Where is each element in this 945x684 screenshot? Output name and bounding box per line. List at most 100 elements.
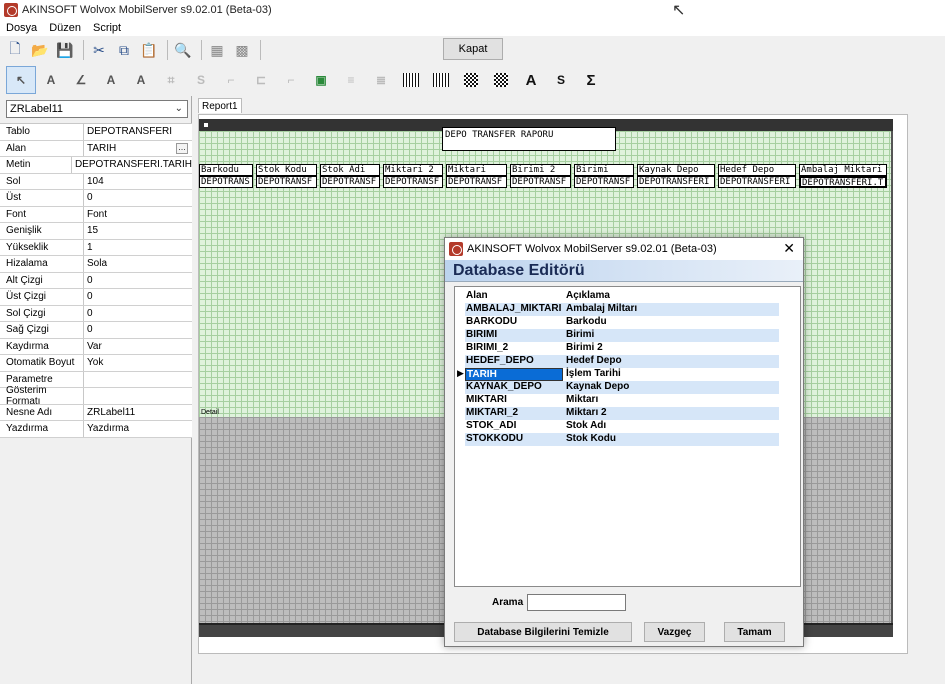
search-input[interactable] <box>527 594 626 611</box>
menu-script[interactable]: Script <box>93 22 121 34</box>
sysdata-tool-icon[interactable]: S <box>186 66 216 94</box>
property-row[interactable]: Sol 104 <box>0 173 192 190</box>
property-row[interactable]: Yazdırma Yazdırma <box>0 421 192 438</box>
property-row[interactable]: Font Font <box>0 206 192 223</box>
menu-dosya[interactable]: Dosya <box>6 22 37 34</box>
property-row[interactable]: Sağ Çizgi 0 <box>0 322 192 339</box>
selected-field-label[interactable]: DEPOTRANSFERI.T <box>799 176 887 188</box>
header-label[interactable]: Stok Kodu <box>256 164 317 176</box>
cancel-button[interactable]: Vazgeç <box>644 622 705 642</box>
property-value[interactable]: 15 <box>84 223 192 239</box>
band-tool-icon[interactable]: ⊏ <box>246 66 276 94</box>
property-row[interactable]: Metin DEPOTRANSFERI.TARIH <box>0 157 192 174</box>
property-row[interactable]: Yükseklik 1 <box>0 239 192 256</box>
property-row[interactable]: Genişlik 15 <box>0 223 192 240</box>
image-tool-icon[interactable]: ▣ <box>306 66 336 94</box>
field-label[interactable]: DEPOTRANSFERI <box>718 176 796 188</box>
table-row-selected[interactable]: TARIH İşlem Tarihi <box>465 368 779 381</box>
new-file-icon[interactable]: 🗋 <box>4 39 26 61</box>
preview-icon[interactable]: 🔍 <box>172 39 194 61</box>
ellipsis-button[interactable]: … <box>176 142 188 154</box>
property-value[interactable]: Sola <box>84 256 192 272</box>
header-label[interactable]: Miktari 2 <box>383 164 443 176</box>
table-row[interactable]: AMBALAJ_MIKTARI Ambalaj Miltarı <box>465 303 779 316</box>
header-label[interactable]: Birimi <box>574 164 634 176</box>
dbtext-tool-icon[interactable]: A <box>126 66 156 94</box>
tab-report1[interactable]: Report1 <box>198 98 242 113</box>
barcode-tool-icon[interactable] <box>396 66 426 94</box>
header-label[interactable]: Stok Adi <box>320 164 380 176</box>
label-tool-icon[interactable]: A <box>36 66 66 94</box>
property-value[interactable] <box>84 388 192 404</box>
field-label[interactable]: DEPOTRANSF <box>510 176 571 188</box>
property-value[interactable] <box>84 372 192 388</box>
field-label[interactable]: DEPOTRANSF <box>446 176 507 188</box>
qrcode-tool-icon[interactable] <box>456 66 486 94</box>
header-label[interactable]: Miktari <box>446 164 507 176</box>
cut-icon[interactable]: ✂ <box>88 39 110 61</box>
table-row[interactable]: BARKODU Barkodu <box>465 316 779 329</box>
property-value[interactable]: 0 <box>84 273 192 289</box>
property-row[interactable]: Otomatik Boyut Yok <box>0 355 192 372</box>
field-label[interactable]: DEPOTRANSFERI <box>637 176 715 188</box>
barcode2-tool-icon[interactable] <box>426 66 456 94</box>
property-value[interactable]: 0 <box>84 190 192 206</box>
text-tool-icon[interactable]: A <box>96 66 126 94</box>
property-value[interactable]: DEPOTRANSFERI.TARIH <box>72 157 192 173</box>
property-value[interactable]: 1 <box>84 240 192 256</box>
clear-database-button[interactable]: Database Bilgilerini Temizle <box>454 622 632 642</box>
header-label[interactable]: Ambalaj Miktari <box>799 164 887 176</box>
field-label[interactable]: DEPOTRANSF <box>383 176 443 188</box>
ok-button[interactable]: Tamam <box>724 622 785 642</box>
property-value[interactable]: 104 <box>84 174 192 190</box>
copy-icon[interactable]: ⧉ <box>113 39 135 61</box>
header-label[interactable]: Hedef Depo <box>718 164 796 176</box>
line-tool-icon[interactable]: ∠ <box>66 66 96 94</box>
property-row[interactable]: Nesne Adı ZRLabel11 <box>0 404 192 421</box>
property-value[interactable]: 0 <box>84 289 192 305</box>
property-row[interactable]: Alt Çizgi 0 <box>0 272 192 289</box>
property-value-field[interactable]: TARIH… <box>84 140 192 156</box>
field-label[interactable]: DEPOTRANS <box>199 176 253 188</box>
big-label-tool-icon[interactable]: A <box>516 66 546 94</box>
report-title-label[interactable]: DEPO TRANSFER RAPORU <box>442 127 616 151</box>
field-label[interactable]: DEPOTRANSF <box>574 176 634 188</box>
select-pointer-icon[interactable]: ↖ <box>6 66 36 94</box>
table-row[interactable]: KAYNAK_DEPO Kaynak Depo <box>465 381 779 394</box>
property-value[interactable]: Yazdırma <box>84 421 192 437</box>
table-row[interactable]: HEDEF_DEPO Hedef Depo <box>465 355 779 368</box>
table-row[interactable]: BIRIMI_2 Birimi 2 <box>465 342 779 355</box>
richtext-tool-icon[interactable]: ≣ <box>366 66 396 94</box>
shape-tool-icon[interactable]: ⌐ <box>276 66 306 94</box>
chevron-down-icon[interactable]: ⌄ <box>175 103 183 114</box>
field-label[interactable]: DEPOTRANSF <box>320 176 380 188</box>
system-var-tool-icon[interactable]: S <box>546 66 576 94</box>
grid-icon[interactable]: ▦ <box>206 39 228 61</box>
property-value[interactable]: Font <box>84 207 192 223</box>
component-select[interactable]: ZRLabel11 ⌄ <box>6 100 188 118</box>
header-label[interactable]: Kaynak Depo <box>637 164 715 176</box>
property-row[interactable]: Sol Çizgi 0 <box>0 305 192 322</box>
paste-icon[interactable]: 📋 <box>138 39 160 61</box>
field-grid[interactable]: Alan Açıklama AMBALAJ_MIKTARI Ambalaj Mil… <box>454 286 801 587</box>
property-row[interactable]: Üst 0 <box>0 190 192 207</box>
property-row[interactable]: Kaydırma Var <box>0 338 192 355</box>
header-label[interactable]: Birimi 2 <box>510 164 571 176</box>
property-value[interactable]: 0 <box>84 306 192 322</box>
expression-tool-icon[interactable]: ⌗ <box>156 66 186 94</box>
property-value[interactable]: DEPOTRANSFERI <box>84 124 192 140</box>
property-row[interactable]: Üst Çizgi 0 <box>0 289 192 306</box>
memo-tool-icon[interactable]: ≡ <box>336 66 366 94</box>
open-folder-icon[interactable]: 📂 <box>29 39 51 61</box>
field-label[interactable]: DEPOTRANSF <box>256 176 317 188</box>
close-button[interactable]: Kapat <box>443 38 503 60</box>
property-value[interactable]: 0 <box>84 322 192 338</box>
property-row[interactable]: Alan TARIH… <box>0 140 192 157</box>
property-value[interactable]: Var <box>84 339 192 355</box>
sum-tool-icon[interactable]: Σ <box>576 66 606 94</box>
property-value[interactable]: Yok <box>84 355 192 371</box>
property-row[interactable]: Gösterim Formatı <box>0 385 192 407</box>
property-row[interactable]: Hizalama Sola <box>0 256 192 273</box>
table-row[interactable]: MIKTARI Miktarı <box>465 394 779 407</box>
snap-grid-icon[interactable]: ▩ <box>231 39 253 61</box>
